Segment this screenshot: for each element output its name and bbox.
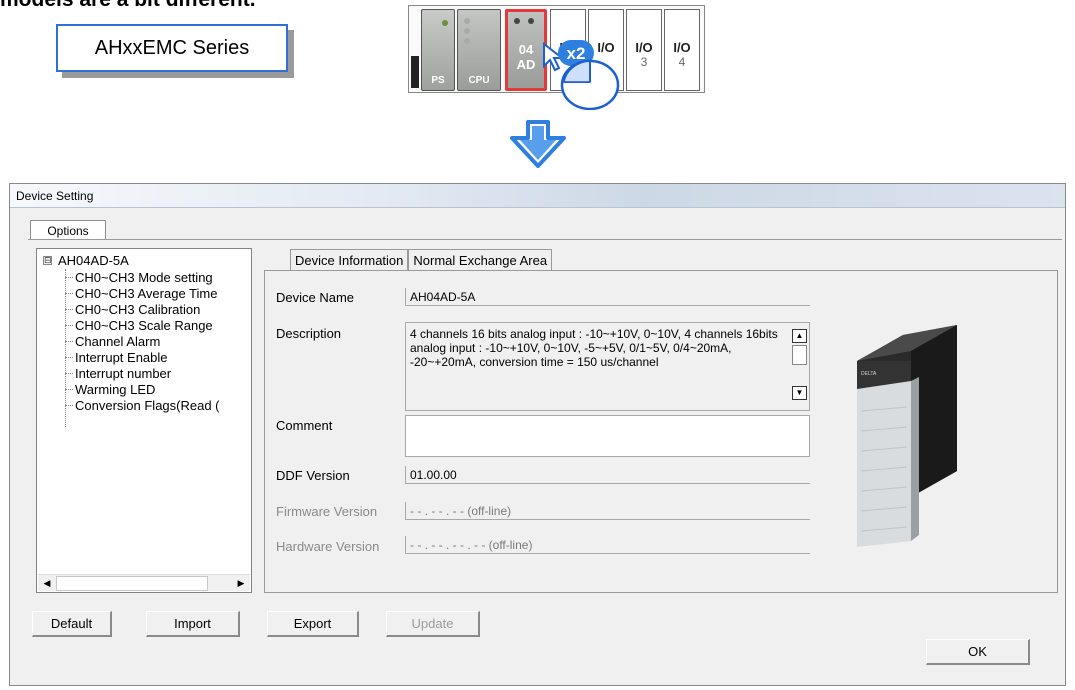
tree-item-label: CH0~CH3 Mode setting <box>75 269 213 285</box>
tree-item[interactable]: Interrupt number <box>65 365 171 381</box>
cpu-led-icon <box>464 28 470 34</box>
down-arrow-icon <box>510 120 566 168</box>
ad-module-label: 04 AD <box>508 42 544 72</box>
firmware-version-label: Firmware Version <box>276 504 378 519</box>
tab-label: Device Information <box>295 253 404 268</box>
double-click-mouse-icon: x2 <box>543 40 620 110</box>
tab-normal-exchange-area[interactable]: Normal Exchange Area <box>408 249 553 271</box>
click-count-badge: x2 <box>567 44 586 63</box>
tree-item[interactable]: Interrupt Enable <box>65 349 168 365</box>
tree-item-label: CH0~CH3 Scale Range <box>75 317 213 333</box>
scroll-up-icon[interactable]: ▲ <box>792 329 807 343</box>
ad-label-top: 04 <box>518 42 534 57</box>
scroll-left-icon[interactable]: ◀ <box>40 577 54 590</box>
description-scrollbar[interactable]: ▲ ▼ <box>792 325 807 408</box>
cpu-module: CPU <box>457 9 501 91</box>
ok-button-label: OK <box>968 644 987 659</box>
series-label-box: AHxxEMC Series <box>56 24 288 72</box>
tree-root-label: AH04AD-5A <box>58 253 129 268</box>
cpu-led-icon <box>464 18 470 24</box>
ad-led-icon <box>514 18 520 24</box>
hardware-version-label: Hardware Version <box>276 539 380 554</box>
collapse-icon[interactable]: ⊟ <box>43 256 52 265</box>
rack-endcap <box>411 56 419 88</box>
dialog-title: Device Setting <box>16 188 94 203</box>
ps-label: PS <box>431 75 445 86</box>
ad-led-icon <box>528 18 534 24</box>
default-button[interactable]: Default <box>32 611 112 637</box>
tree-item[interactable]: CH0~CH3 Average Time <box>65 285 217 301</box>
scroll-down-icon[interactable]: ▼ <box>792 386 807 400</box>
tree-item-label: Interrupt number <box>75 365 172 381</box>
firmware-version-field: - - . - - . - - (off-line) <box>405 502 810 520</box>
cpu-led-icon <box>464 38 470 44</box>
tab-label: Normal Exchange Area <box>413 253 548 268</box>
tree-item[interactable]: CH0~CH3 Calibration <box>65 301 200 317</box>
scrollbar-thumb[interactable] <box>792 345 807 365</box>
module-settings-tree: ⊟ AH04AD-5A CH0~CH3 Mode setting CH0~CH3… <box>36 248 252 593</box>
tree-item[interactable]: CH0~CH3 Scale Range <box>65 317 213 333</box>
scroll-right-icon[interactable]: ▶ <box>234 577 248 590</box>
tree-item-label: CH0~CH3 Average Time <box>75 285 218 301</box>
ps-led-icon <box>442 20 448 26</box>
scrollbar-thumb[interactable] <box>56 576 208 591</box>
svg-text:DELTA: DELTA <box>861 371 877 377</box>
top-caption: models are a bit different. <box>0 0 400 12</box>
tree-item-label: Channel Alarm <box>75 333 161 349</box>
description-text: 4 channels 16 bits analog input : -10~+1… <box>410 327 778 369</box>
device-setting-dialog: Device Setting Options ⊟ AH04AD-5A CH0~C… <box>9 183 1066 686</box>
import-button-label: Import <box>174 616 211 631</box>
description-field: 4 channels 16 bits analog input : -10~+1… <box>405 322 810 411</box>
io-slot-label: I/O <box>673 40 691 55</box>
device-name-label: Device Name <box>276 290 355 305</box>
io-slot: I/O 4 <box>664 9 700 91</box>
comment-label: Comment <box>276 418 333 433</box>
tree-item-label: CH0~CH3 Calibration <box>75 301 201 317</box>
io-slot-number: 4 <box>678 55 686 69</box>
tree-horizontal-scrollbar[interactable]: ◀ ▶ <box>38 574 250 591</box>
module-product-image: DELTA <box>857 325 957 547</box>
ddf-version-label: DDF Version <box>276 468 350 483</box>
tree-item-label: Interrupt Enable <box>75 349 168 365</box>
device-name-field: AH04AD-5A <box>405 288 810 306</box>
tree-item[interactable]: Warming LED <box>65 381 155 397</box>
import-button[interactable]: Import <box>146 611 240 637</box>
comment-field[interactable] <box>405 415 810 457</box>
tab-device-information[interactable]: Device Information <box>290 249 409 272</box>
tree-item-label: Conversion Flags(Read ( <box>75 397 220 413</box>
tree-root-item[interactable]: ⊟ AH04AD-5A <box>43 253 129 268</box>
cpu-label: CPU <box>468 75 490 86</box>
ok-button[interactable]: OK <box>926 639 1030 665</box>
hardware-version-field: - - . - - . - - . - - (off-line) <box>405 536 810 554</box>
ad-label-bottom: AD <box>516 57 536 72</box>
power-supply-module: PS <box>421 9 455 91</box>
update-button-label: Update <box>411 616 454 631</box>
tree-item-label: Warming LED <box>75 381 156 397</box>
tree-item[interactable]: CH0~CH3 Mode setting <box>65 269 213 285</box>
default-button-label: Default <box>50 616 93 631</box>
update-button: Update <box>386 611 480 637</box>
export-button[interactable]: Export <box>267 611 359 637</box>
ddf-version-field: 01.00.00 <box>405 466 810 484</box>
tab-options[interactable]: Options <box>30 220 106 240</box>
export-button-label: Export <box>293 616 332 631</box>
tree-item[interactable]: Channel Alarm <box>65 333 160 349</box>
series-label: AHxxEMC Series <box>94 36 250 59</box>
dialog-titlebar[interactable]: Device Setting <box>10 184 1065 208</box>
tree-item[interactable]: Conversion Flags(Read ( <box>65 397 220 413</box>
device-tabs: Device Information Normal Exchange Area <box>290 249 553 272</box>
description-label: Description <box>276 326 342 341</box>
tab-options-label: Options <box>47 223 89 238</box>
